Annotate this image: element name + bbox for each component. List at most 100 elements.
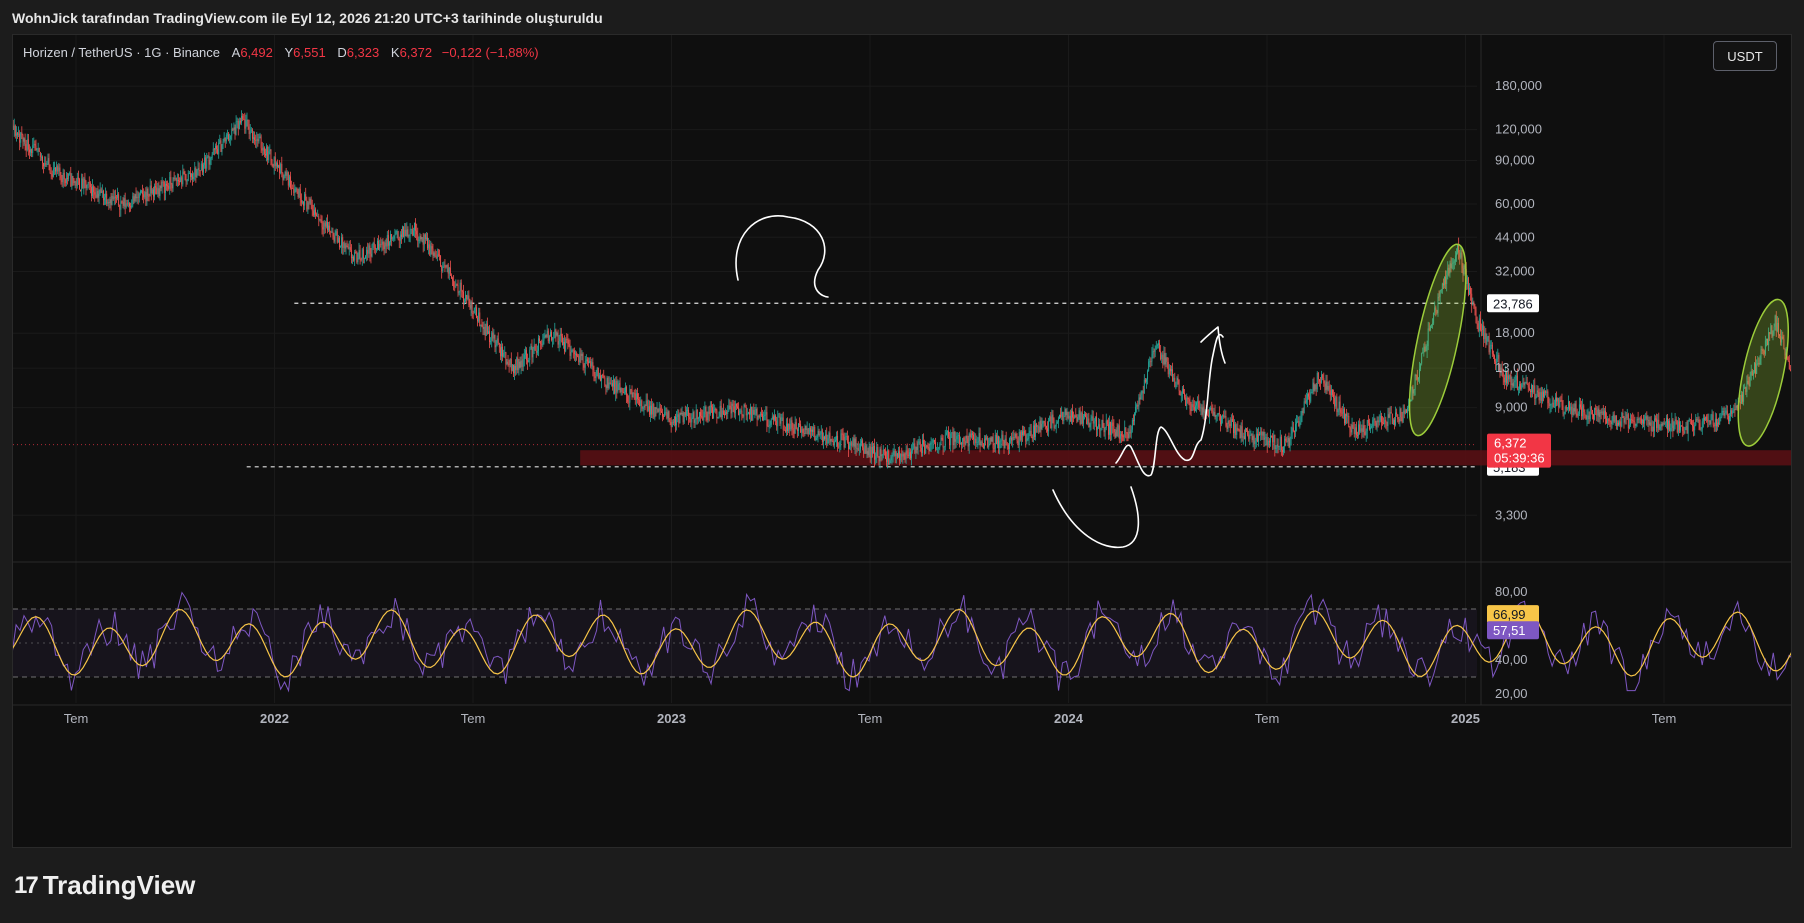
candle-body	[138, 193, 140, 198]
candle-body	[408, 235, 410, 237]
candle-body	[300, 200, 302, 203]
candle-body	[112, 195, 114, 200]
candle-body	[1676, 420, 1678, 433]
candle-body	[1718, 422, 1720, 425]
candle-body	[204, 157, 206, 165]
candle-body	[1211, 407, 1213, 412]
candle-body	[114, 196, 116, 198]
candle-body	[527, 360, 529, 363]
candle-body	[1092, 416, 1094, 424]
candle-body	[228, 134, 229, 140]
candle-body	[273, 157, 275, 168]
candle-body	[1531, 384, 1532, 393]
candle-body	[1022, 431, 1023, 436]
candle-body	[236, 121, 238, 122]
candle-body	[195, 168, 197, 178]
candle-body	[1314, 384, 1316, 391]
candle-body	[352, 257, 353, 259]
candle-body	[1247, 430, 1249, 435]
candle-body	[1589, 406, 1591, 420]
candle-body	[1577, 413, 1579, 416]
candle-body	[1401, 417, 1403, 422]
candle-body	[616, 381, 618, 392]
candle-body	[515, 365, 517, 371]
candle-body	[19, 133, 21, 143]
candle-body	[1362, 425, 1364, 432]
candle-body	[364, 258, 365, 259]
candle-body	[88, 182, 90, 183]
candle-body	[473, 307, 475, 314]
symbol-legend[interactable]: Horizen / TetherUS · 1G · Binance A6,492…	[23, 45, 539, 60]
candle-body	[150, 185, 152, 194]
currency-button[interactable]: USDT	[1713, 41, 1777, 71]
candle-body	[660, 410, 662, 413]
candle-body	[513, 364, 514, 374]
candle-body	[1304, 401, 1306, 403]
candle-body	[543, 337, 545, 341]
candle-body	[995, 434, 997, 444]
candle-body	[533, 345, 535, 349]
candle-body	[1308, 394, 1309, 397]
candle-body	[107, 202, 109, 204]
candle-body	[651, 405, 653, 415]
candle-body	[1119, 434, 1121, 439]
tradingview-logo-icon: 17	[14, 871, 39, 899]
candle-body	[484, 327, 486, 336]
candle-body	[1169, 368, 1171, 372]
candle-body	[1383, 422, 1385, 424]
price-chart[interactable]: 180,000120,00090,00060,00044,00032,00018…	[13, 35, 1792, 848]
candle-body	[961, 443, 963, 445]
candle-body	[1303, 401, 1305, 413]
candle-body	[26, 139, 28, 151]
candle-body	[626, 386, 628, 396]
candle-body	[669, 420, 671, 423]
candle-body	[1686, 426, 1688, 434]
candle-body	[253, 137, 254, 139]
candle-body	[163, 182, 165, 193]
candle-body	[1134, 413, 1135, 422]
candle-body	[108, 202, 110, 203]
candle-body	[291, 187, 293, 189]
candle-body	[293, 188, 295, 193]
candle-body	[536, 350, 538, 353]
candle-body	[1074, 415, 1076, 419]
candle-body	[638, 399, 639, 400]
candle-body	[712, 407, 713, 419]
candle-body	[832, 440, 834, 446]
candle-body	[963, 438, 965, 442]
candle-body	[306, 200, 308, 210]
candle-body	[896, 453, 898, 458]
candle-body	[1297, 421, 1299, 422]
candle-body	[567, 339, 569, 344]
chart-panel[interactable]: 180,000 120,000 90,000 60,000 44,000 32,000 18…	[12, 34, 1792, 848]
candle-body	[504, 352, 506, 353]
candle-body	[1532, 384, 1534, 393]
candle-body	[1129, 431, 1131, 434]
candle-body	[518, 361, 520, 371]
candle-body	[801, 428, 803, 433]
candle-body	[767, 425, 769, 427]
candle-body	[1164, 353, 1166, 365]
tradingview-logo[interactable]: 17 TradingView	[14, 870, 195, 901]
candle-body	[382, 241, 384, 246]
candle-body	[1105, 420, 1107, 428]
candle-body	[706, 414, 708, 421]
candle-body	[1041, 423, 1043, 430]
candle-body	[416, 230, 418, 235]
candle-body	[1712, 414, 1714, 425]
candle-body	[799, 423, 800, 425]
candle-body	[1026, 438, 1028, 442]
candle-body	[353, 257, 355, 261]
candle-body	[607, 377, 609, 389]
candle-body	[558, 341, 560, 345]
candle-body	[342, 237, 344, 248]
candle-body	[346, 245, 348, 247]
candle-body	[544, 335, 546, 338]
candle-body	[898, 451, 899, 458]
candle-body	[933, 440, 935, 443]
candle-body	[805, 425, 807, 430]
candle-body	[158, 188, 160, 196]
candle-body	[993, 448, 995, 450]
candle-body	[118, 194, 120, 206]
candle-body	[980, 441, 982, 446]
